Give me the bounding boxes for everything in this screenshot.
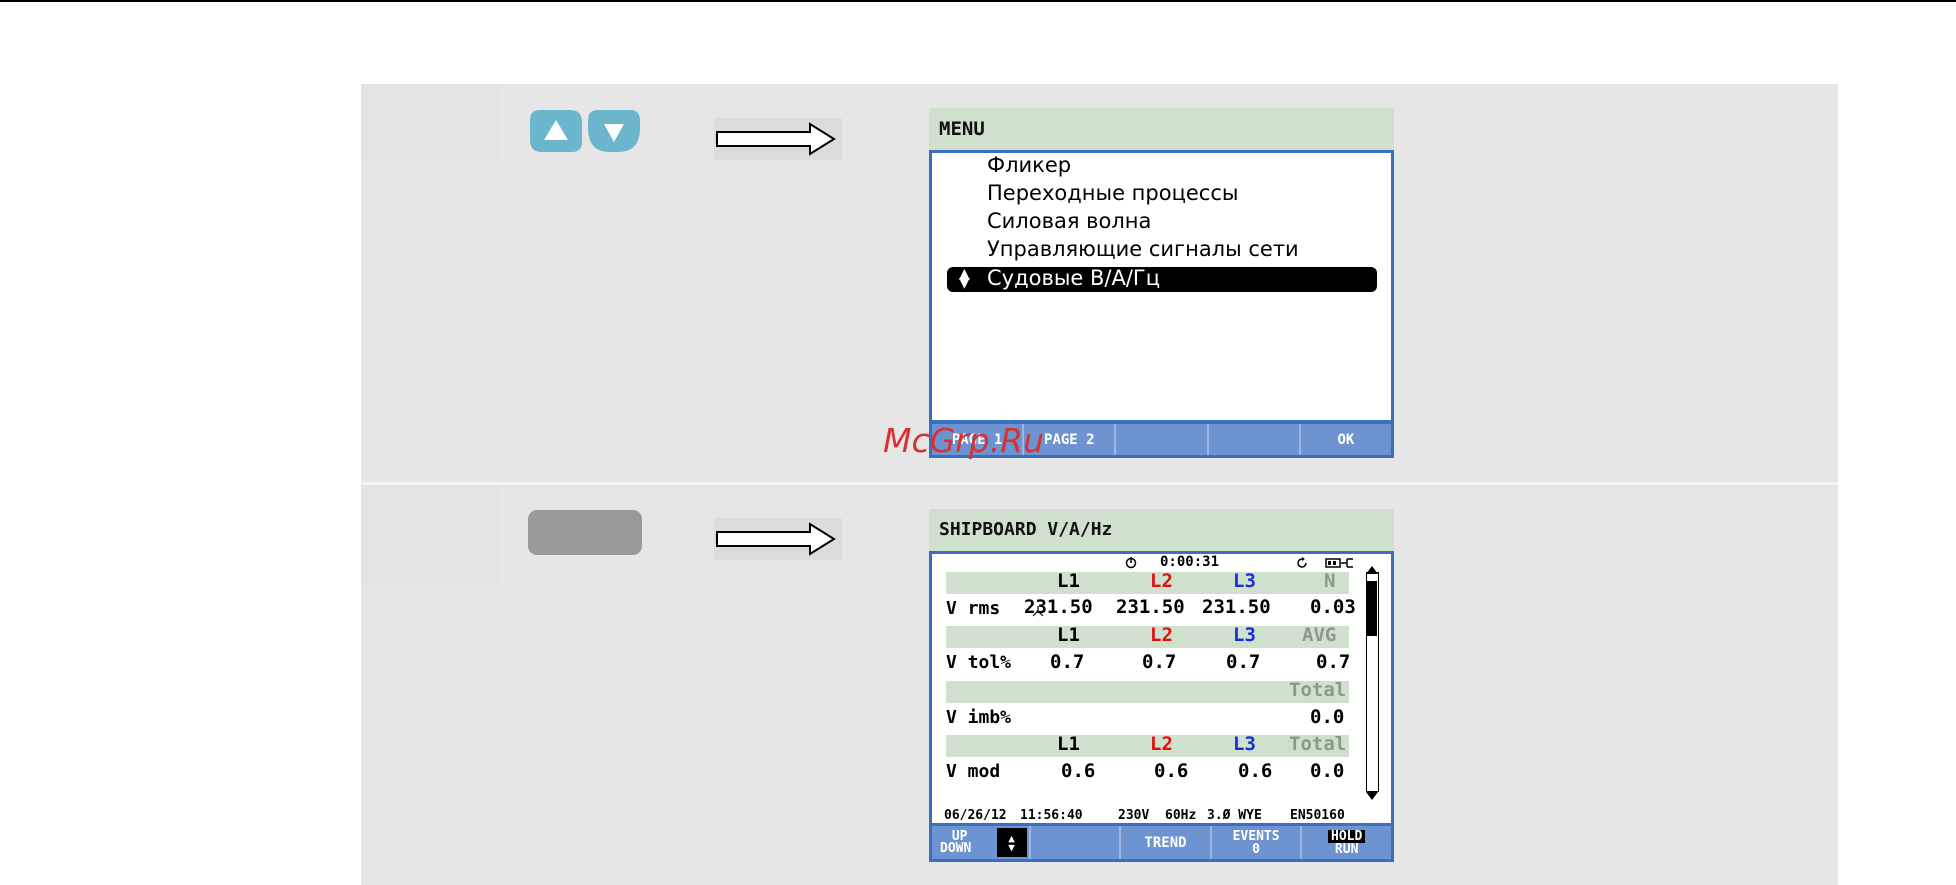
elapsed-timer: 0:00:31 bbox=[1160, 554, 1220, 570]
status-frequency: 60Hz bbox=[1165, 808, 1197, 823]
vrms-l3: 231.50 bbox=[1202, 596, 1271, 618]
softkey-run-label: RUN bbox=[1334, 841, 1359, 857]
menu-item-power-wave[interactable]: Силовая волна bbox=[987, 209, 1151, 233]
vtol-l3: 0.7 bbox=[1226, 651, 1261, 673]
up-down-arrows-icon: ▲ ▼ bbox=[959, 266, 970, 291]
softkey-events-label: EVENTS bbox=[1232, 828, 1280, 844]
vmod-l1: 0.6 bbox=[1061, 760, 1096, 782]
menu-list: Фликер Переходные процессы Силовая волна… bbox=[929, 150, 1394, 423]
hdr4-l2: L2 bbox=[1150, 733, 1173, 755]
softkey-trend[interactable]: TREND bbox=[1121, 826, 1212, 859]
shipboard-screen-title: SHIPBOARD V/A/Hz bbox=[929, 509, 1394, 551]
hdr1-l1: L1 bbox=[1057, 570, 1080, 592]
hdr2-l3: L3 bbox=[1233, 624, 1256, 646]
scroll-down-icon[interactable] bbox=[1366, 792, 1378, 800]
vimb-label: V imb% bbox=[946, 707, 1012, 728]
hdr4-total: Total bbox=[1289, 733, 1347, 755]
vrms-label: V rms bbox=[946, 598, 1001, 619]
hdr1-n: N bbox=[1324, 570, 1336, 592]
status-time: 11:56:40 bbox=[1020, 808, 1083, 823]
menu-item-transients[interactable]: Переходные процессы bbox=[987, 181, 1238, 205]
shipboard-softkey-bar: UP DOWN ▲ ▼ TREND EVENTS 0 HOLD RUN bbox=[929, 823, 1394, 862]
watermark: McGrp.Ru bbox=[883, 421, 1045, 460]
vrms-n: 0.03 bbox=[1310, 596, 1356, 618]
vmod-label: V mod bbox=[946, 761, 1001, 782]
hdr4-l3: L3 bbox=[1233, 733, 1256, 755]
up-down-toggle-icon[interactable]: ▲ ▼ bbox=[996, 828, 1027, 857]
status-standard: EN50160 bbox=[1290, 808, 1345, 823]
softkey-hold-run[interactable]: HOLD RUN bbox=[1302, 826, 1391, 859]
vtol-l2: 0.7 bbox=[1142, 651, 1177, 673]
step1-arrow-box bbox=[714, 118, 842, 160]
softkey-events[interactable]: EVENTS 0 bbox=[1212, 826, 1303, 859]
menu-item-mains-signaling[interactable]: Управляющие сигналы сети bbox=[987, 237, 1299, 261]
menu-item-flicker[interactable]: Фликер bbox=[987, 153, 1071, 177]
menu-item-shipboard-label: Судовые В/А/Гц bbox=[987, 266, 1161, 290]
step2-left-strip bbox=[361, 485, 499, 585]
shipboard-screen: SHIPBOARD V/A/Hz 0:00:31 L1 L2 L3 N V rm… bbox=[929, 509, 1394, 862]
vtol-l1: 0.7 bbox=[1050, 651, 1085, 673]
status-config: 3.Ø WYE bbox=[1207, 808, 1262, 823]
softkey-3[interactable] bbox=[1116, 424, 1209, 455]
header-row-2 bbox=[946, 626, 1349, 648]
hdr1-l2: L2 bbox=[1150, 570, 1173, 592]
hdr2-avg: AVG bbox=[1302, 624, 1337, 646]
hdr2-l2: L2 bbox=[1150, 624, 1173, 646]
vtol-avg: 0.7 bbox=[1316, 651, 1351, 673]
step2-arrow-box bbox=[714, 518, 842, 560]
menu-screen: MENU Фликер Переходные процессы Силовая … bbox=[929, 108, 1394, 460]
softkey-4[interactable] bbox=[1209, 424, 1301, 455]
softkey-ok[interactable]: OK bbox=[1301, 424, 1391, 455]
vrms-l1: 231.50 bbox=[1024, 596, 1093, 618]
right-arrow-icon bbox=[716, 522, 836, 556]
vmod-total: 0.0 bbox=[1310, 760, 1345, 782]
enter-key-button[interactable] bbox=[528, 510, 642, 555]
vmod-l2: 0.6 bbox=[1154, 760, 1189, 782]
menu-item-shipboard-selected[interactable]: ▲ ▼ Судовые В/А/Гц bbox=[947, 266, 1377, 292]
status-voltage: 230V bbox=[1118, 808, 1150, 823]
refresh-icon bbox=[1297, 557, 1307, 568]
header-row-1 bbox=[946, 572, 1349, 594]
right-arrow-icon bbox=[716, 122, 836, 156]
hdr4-l1: L1 bbox=[1057, 733, 1080, 755]
scrollbar-thumb[interactable] bbox=[1367, 581, 1377, 636]
softkey-2[interactable] bbox=[1031, 826, 1122, 859]
step1-left-strip bbox=[361, 84, 499, 159]
scrollbar[interactable] bbox=[1366, 572, 1379, 792]
hdr1-l3: L3 bbox=[1233, 570, 1256, 592]
clock-icon bbox=[1125, 557, 1137, 569]
vimb-total: 0.0 bbox=[1310, 706, 1345, 728]
shipboard-readings: 0:00:31 L1 L2 L3 N V rms 231.50 231.50 2… bbox=[929, 551, 1394, 830]
softkey-up-down-label: UP DOWN bbox=[940, 828, 972, 856]
up-down-keys-icon[interactable] bbox=[526, 108, 644, 154]
menu-screen-title: MENU bbox=[929, 108, 1394, 150]
status-date: 06/26/12 bbox=[944, 808, 1007, 823]
top-rule bbox=[0, 0, 1956, 2]
battery-plug-icon bbox=[1325, 558, 1353, 568]
vrms-l2: 231.50 bbox=[1116, 596, 1185, 618]
softkey-events-count: 0 bbox=[1252, 841, 1260, 857]
vmod-l3: 0.6 bbox=[1238, 760, 1273, 782]
scroll-up-icon[interactable] bbox=[1366, 566, 1378, 574]
hdr3-total: Total bbox=[1289, 679, 1347, 701]
vtol-label: V tol% bbox=[946, 652, 1012, 673]
hdr2-l1: L1 bbox=[1057, 624, 1080, 646]
softkey-up-down[interactable]: UP DOWN ▲ ▼ bbox=[932, 826, 1031, 859]
softkey-hold-label: HOLD bbox=[1328, 829, 1366, 843]
